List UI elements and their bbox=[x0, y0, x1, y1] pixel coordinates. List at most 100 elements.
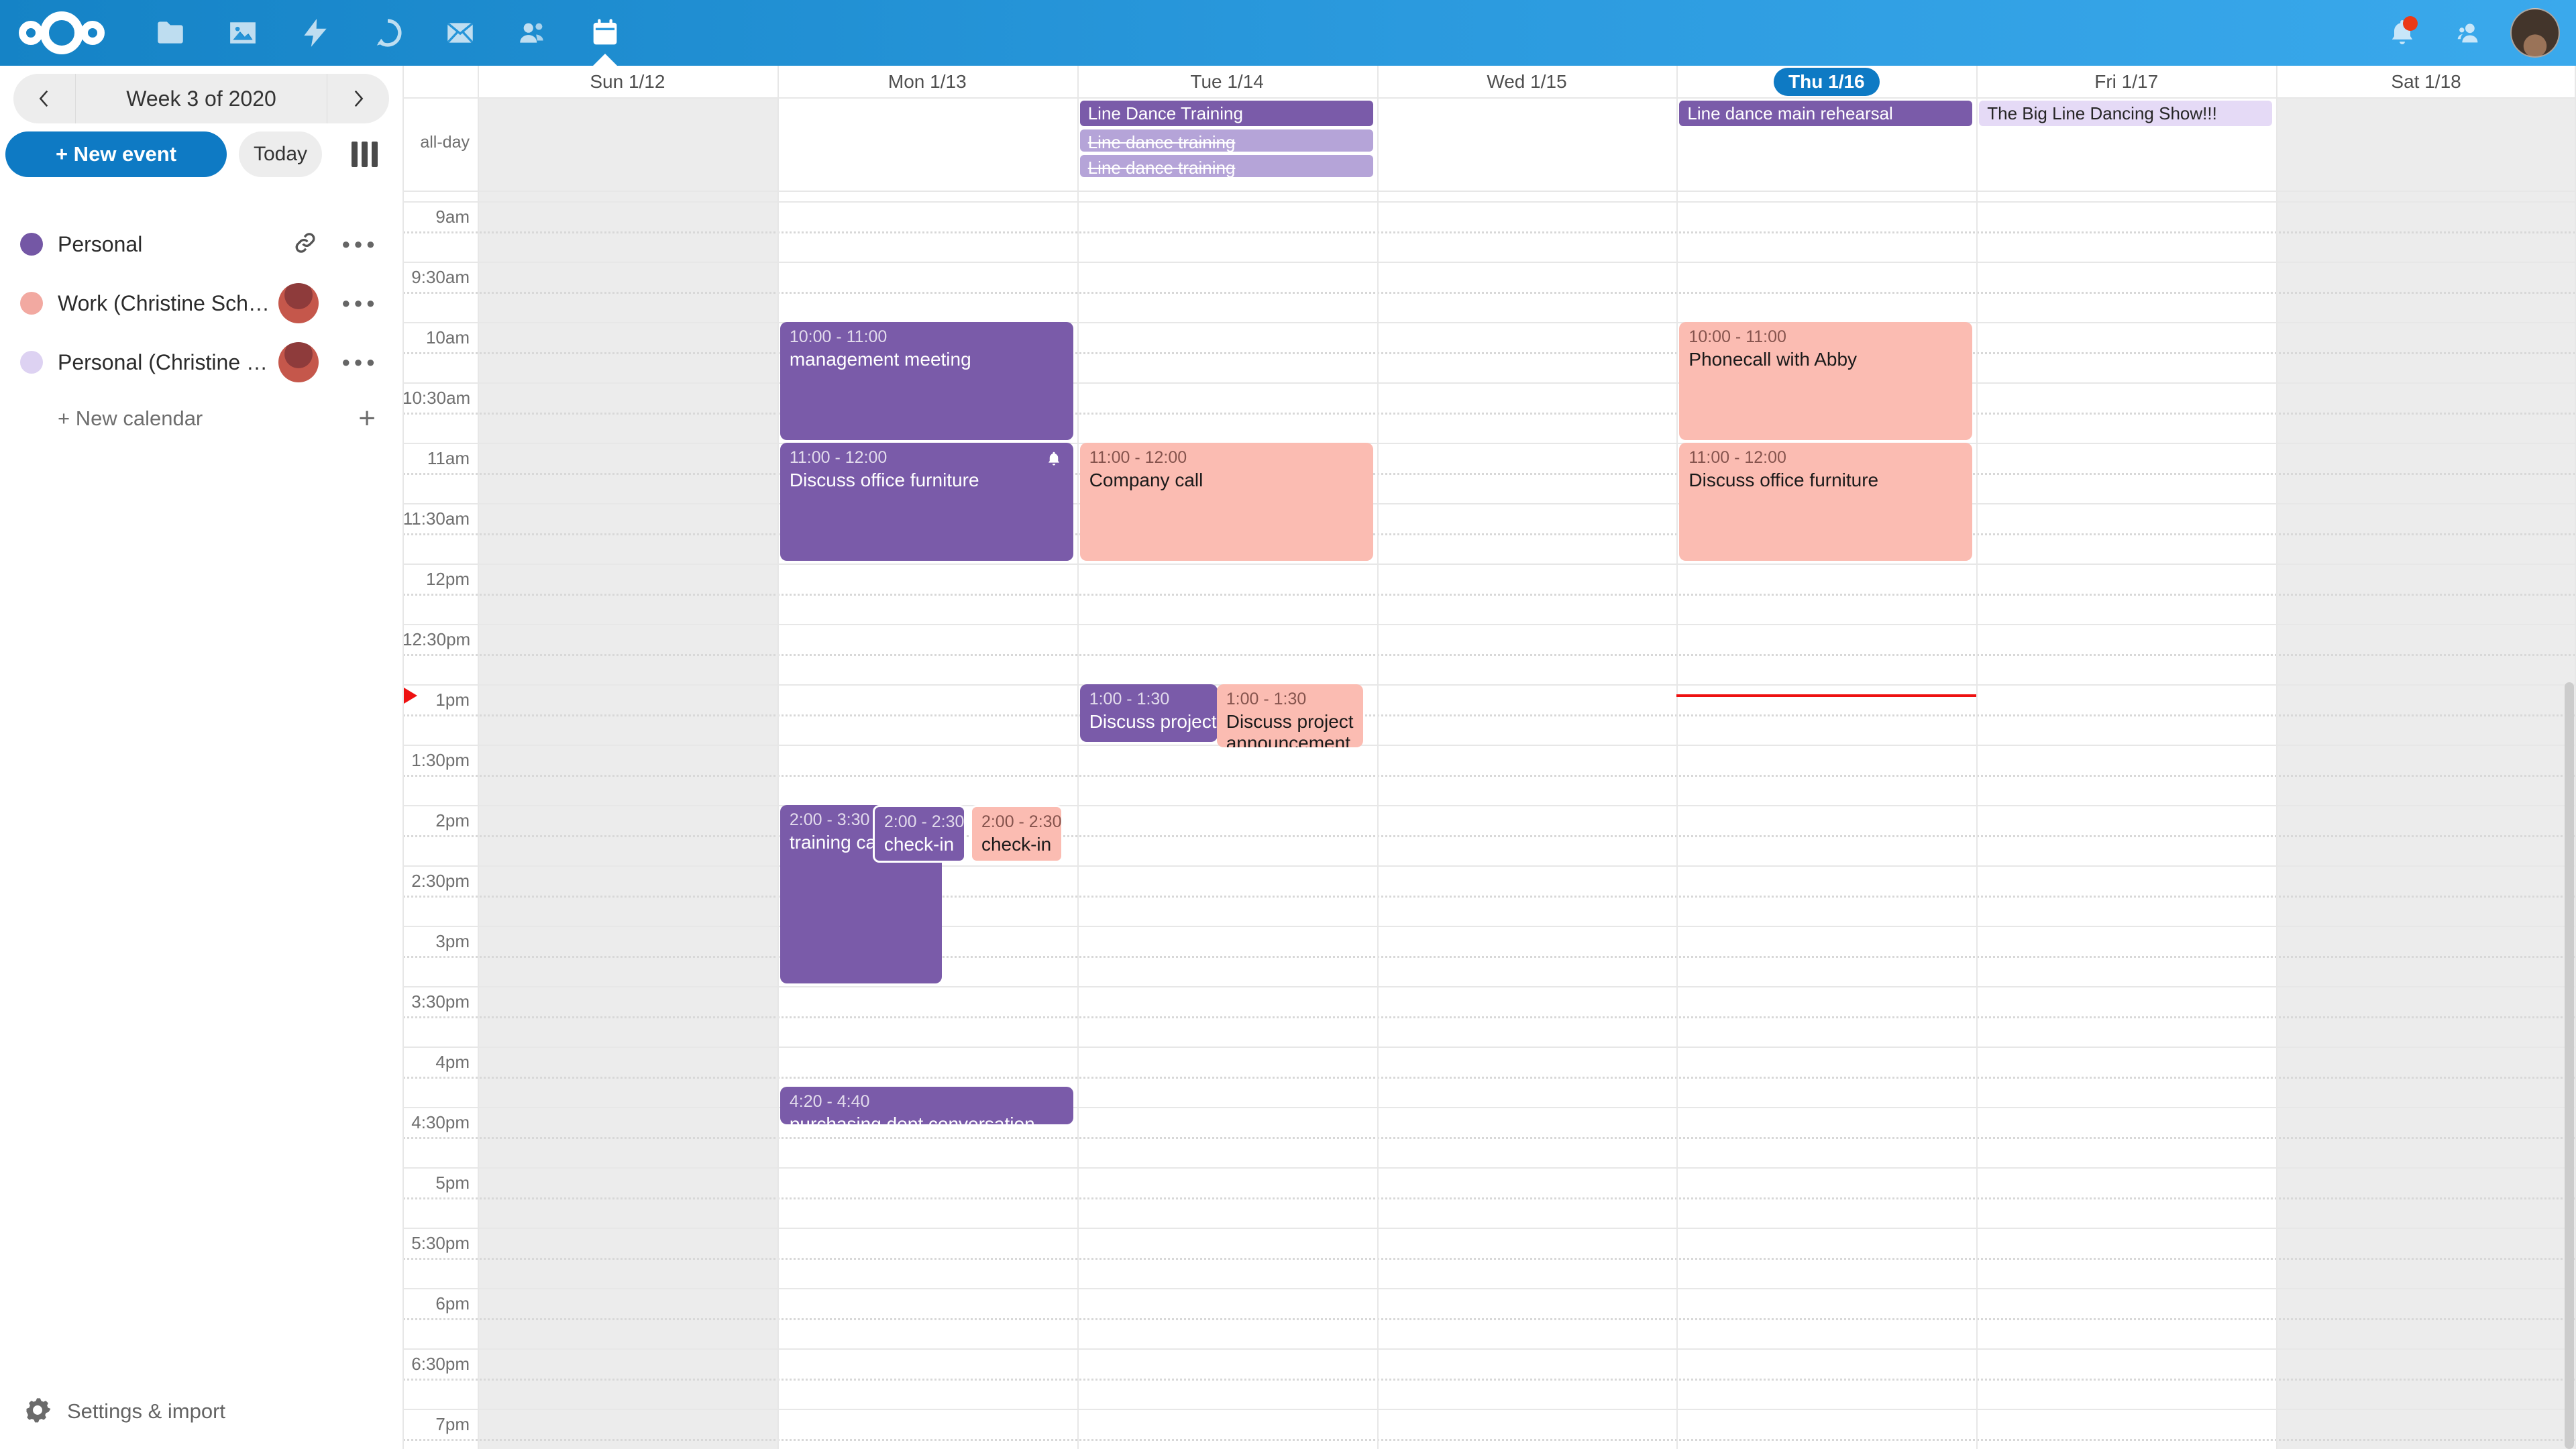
day-header-label: Thu 1/16 bbox=[1774, 68, 1880, 96]
photos-app-icon[interactable] bbox=[207, 0, 279, 66]
grid-line-30min bbox=[402, 1167, 2576, 1169]
week-switcher: Week 3 of 2020 bbox=[13, 74, 389, 123]
grid-line-15min bbox=[402, 533, 2576, 535]
settings-import-button[interactable]: Settings & import bbox=[0, 1391, 402, 1432]
contacts-menu-icon[interactable] bbox=[2445, 0, 2491, 66]
shared-by-avatar bbox=[278, 342, 319, 382]
day-header-sat[interactable]: Sat 1/18 bbox=[2276, 66, 2576, 97]
all-day-event[interactable]: Line dance training bbox=[1080, 129, 1373, 152]
grid-line-15min bbox=[402, 775, 2576, 777]
grid-line-15min bbox=[402, 896, 2576, 898]
logo-circle bbox=[80, 21, 105, 45]
view-mode-icon[interactable] bbox=[352, 142, 378, 167]
grid-line-30min bbox=[402, 624, 2576, 625]
grid-line-30min bbox=[402, 1288, 2576, 1289]
day-header-mon[interactable]: Mon 1/13 bbox=[777, 66, 1077, 97]
grid-line-30min bbox=[402, 322, 2576, 323]
new-calendar-button[interactable]: + New calendar + bbox=[0, 392, 402, 445]
event-time: 2:00 - 2:30 bbox=[884, 812, 955, 832]
grid-line-30min bbox=[402, 262, 2576, 263]
event[interactable]: 1:00 - 1:30Discuss project announcement bbox=[1217, 684, 1363, 747]
all-day-event[interactable]: Line dance main rehearsal bbox=[1679, 101, 1972, 126]
sidebar-actions: + New event Today bbox=[0, 131, 402, 177]
time-label: 12:30pm bbox=[402, 629, 470, 650]
event-time: 10:00 - 11:00 bbox=[1688, 327, 1963, 347]
time-label: 3pm bbox=[402, 931, 470, 952]
all-day-event[interactable]: The Big Line Dancing Show!!! bbox=[1979, 101, 2272, 126]
previous-week-button[interactable] bbox=[13, 74, 76, 123]
grid-line-30min bbox=[402, 1046, 2576, 1048]
event[interactable]: 11:00 - 12:00Discuss office furniture bbox=[780, 443, 1073, 561]
calendar-item-personal[interactable]: Personal ●●● bbox=[0, 215, 402, 274]
time-label: 5:30pm bbox=[402, 1233, 470, 1254]
time-label: 1:30pm bbox=[402, 750, 470, 771]
share-link-icon[interactable] bbox=[292, 229, 319, 260]
calendar-week-view: Sun 1/12 Mon 1/13Tue 1/14Wed 1/15 Thu 1/16… bbox=[402, 66, 2576, 1449]
user-avatar[interactable] bbox=[2510, 8, 2560, 58]
calendar-menu-icon[interactable]: ●●● bbox=[341, 354, 378, 371]
next-week-button[interactable] bbox=[327, 74, 389, 123]
event-title: check-in bbox=[884, 834, 955, 855]
calendar-menu-icon[interactable]: ●●● bbox=[341, 235, 378, 253]
grid-line-30min bbox=[402, 564, 2576, 565]
event-title: Phonecall with Abby bbox=[1688, 349, 1963, 370]
grid-line-15min bbox=[402, 714, 2576, 716]
talk-app-icon[interactable] bbox=[352, 0, 424, 66]
day-header-label: Sun 1/12 bbox=[590, 71, 665, 93]
column-border bbox=[1976, 66, 1978, 1449]
day-header-sun[interactable]: Sun 1/12 bbox=[478, 66, 777, 97]
event-title: check-in bbox=[981, 834, 1052, 855]
day-header-thu[interactable]: Thu 1/16 bbox=[1676, 66, 1976, 97]
grid-line-30min bbox=[402, 745, 2576, 746]
sidebar: Week 3 of 2020 + New event Today Persona… bbox=[0, 66, 402, 1449]
event[interactable]: 10:00 - 11:00Phonecall with Abby bbox=[1679, 322, 1972, 440]
new-event-button[interactable]: + New event bbox=[5, 131, 227, 177]
event[interactable]: 1:00 - 1:30Discuss project announcement bbox=[1080, 684, 1218, 742]
activity-app-icon[interactable] bbox=[279, 0, 352, 66]
time-label: 10am bbox=[402, 327, 470, 348]
grid-line-30min bbox=[402, 443, 2576, 444]
notifications-bell-icon[interactable] bbox=[2379, 0, 2426, 66]
vertical-scrollbar[interactable] bbox=[2565, 682, 2574, 1449]
day-header-fri[interactable]: Fri 1/17 bbox=[1976, 66, 2276, 97]
grid-line-15min bbox=[402, 1077, 2576, 1079]
grid-line-30min bbox=[402, 382, 2576, 384]
day-header-wed[interactable]: Wed 1/15 bbox=[1377, 66, 1677, 97]
logo-circle bbox=[19, 21, 43, 45]
event[interactable]: 4:20 - 4:40purchasing dept conversation bbox=[780, 1087, 1073, 1124]
grid-line-15min bbox=[402, 1137, 2576, 1139]
shared-by-avatar bbox=[278, 283, 319, 323]
calendar-item-personal-christine[interactable]: Personal (Christine Schott) ●●● bbox=[0, 333, 402, 392]
calendar-menu-icon[interactable]: ●●● bbox=[341, 294, 378, 312]
all-day-event[interactable]: Line dance training bbox=[1080, 155, 1373, 177]
event[interactable]: 2:00 - 2:30check-in bbox=[970, 805, 1063, 863]
calendar-app-icon[interactable] bbox=[569, 0, 641, 66]
contacts-app-icon[interactable] bbox=[496, 0, 569, 66]
weekend-column-shading bbox=[478, 97, 777, 1449]
event[interactable]: 11:00 - 12:00Company call bbox=[1080, 443, 1373, 561]
files-app-icon[interactable] bbox=[134, 0, 207, 66]
mail-app-icon[interactable] bbox=[424, 0, 496, 66]
day-header-tue[interactable]: Tue 1/14 bbox=[1077, 66, 1377, 97]
today-button[interactable]: Today bbox=[239, 131, 322, 177]
grid-line bbox=[402, 97, 2576, 99]
grid-line-15min bbox=[402, 1197, 2576, 1199]
time-label: 9:30am bbox=[402, 267, 470, 288]
column-border bbox=[1377, 66, 1379, 1449]
all-day-event[interactable]: Line Dance Training bbox=[1080, 101, 1373, 126]
grid-line-15min bbox=[402, 1379, 2576, 1381]
event[interactable]: 11:00 - 12:00Discuss office furniture bbox=[1679, 443, 1972, 561]
event-title: purchasing dept conversation bbox=[790, 1114, 1064, 1124]
nextcloud-logo[interactable] bbox=[19, 0, 105, 66]
gear-icon bbox=[23, 1395, 52, 1428]
event[interactable]: 2:00 - 2:30check-in bbox=[873, 805, 966, 863]
event-time: 1:00 - 1:30 bbox=[1226, 690, 1354, 709]
grid-line-15min bbox=[402, 594, 2576, 596]
grid-line-15min bbox=[402, 352, 2576, 354]
calendar-name: Work (Christine Schott) bbox=[58, 291, 279, 316]
week-label[interactable]: Week 3 of 2020 bbox=[76, 87, 327, 111]
calendar-item-work-christine[interactable]: Work (Christine Schott) ●●● bbox=[0, 274, 402, 333]
grid-line-30min bbox=[402, 1409, 2576, 1410]
grid-line-30min bbox=[402, 201, 2576, 203]
event[interactable]: 10:00 - 11:00management meeting bbox=[780, 322, 1073, 440]
